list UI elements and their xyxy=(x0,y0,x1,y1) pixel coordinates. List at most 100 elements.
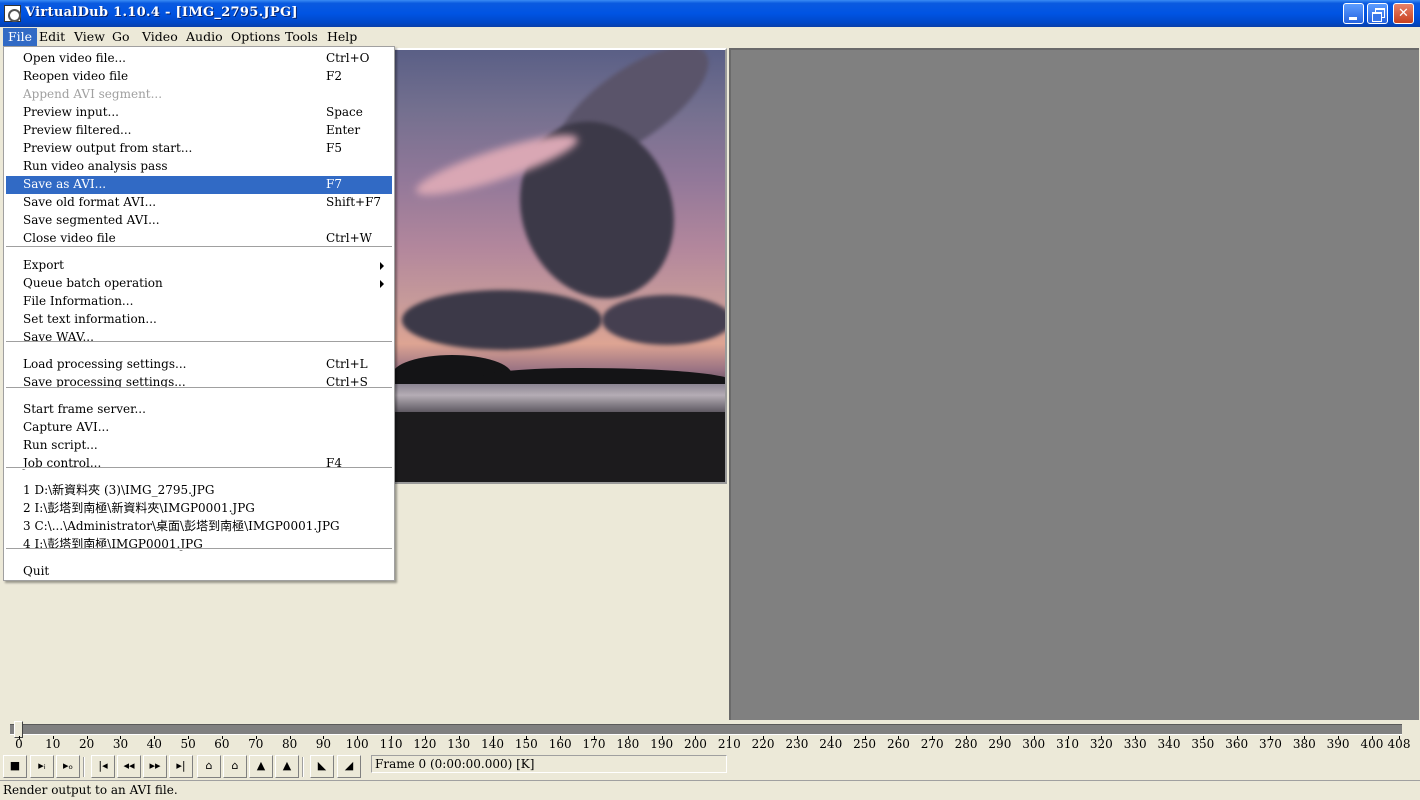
timeline-tick-label: 60 xyxy=(214,737,230,751)
play-input-button[interactable]: ▸ᵢ xyxy=(30,755,54,778)
menu-item-preview-input[interactable]: Preview input... Space xyxy=(6,104,392,122)
timeline-tick-label: 260 xyxy=(886,737,910,751)
menu-item-file-information[interactable]: File Information... xyxy=(6,293,392,311)
input-video-pane[interactable] xyxy=(370,48,727,484)
menu-options[interactable]: Options xyxy=(226,28,285,46)
timeline-tick-label: 180 xyxy=(616,737,640,751)
menu-item-set-text-information[interactable]: Set text information... xyxy=(6,311,392,329)
menu-item-label: Run script... xyxy=(23,438,98,452)
mark-in-icon: ◣ xyxy=(317,759,327,772)
menu-audio[interactable]: Audio xyxy=(181,28,228,46)
restore-button[interactable] xyxy=(1367,3,1388,24)
timeline-tick-label: 170 xyxy=(582,737,606,751)
menu-edit[interactable]: Edit xyxy=(34,28,70,46)
menu-item-save-segmented-avi[interactable]: Save segmented AVI... xyxy=(6,212,392,230)
timeline-tick-label: 350 xyxy=(1191,737,1215,751)
next-scene-button[interactable]: ▲ xyxy=(275,755,299,778)
menu-item-save-wav[interactable]: Save WAV... xyxy=(6,329,392,347)
prev-frame-button[interactable]: ◂◂ xyxy=(117,755,141,778)
next-keyframe-button[interactable]: ⌂ xyxy=(223,755,247,778)
menu-item-shortcut: Ctrl+O xyxy=(326,51,370,65)
menu-help[interactable]: Help xyxy=(322,28,362,46)
menu-item-queue-batch-operation[interactable]: Queue batch operation xyxy=(6,275,392,293)
menu-video[interactable]: Video xyxy=(137,28,183,46)
timeline-tick-label: 140 xyxy=(481,737,504,751)
menu-tools[interactable]: Tools xyxy=(280,28,323,46)
prev-keyframe-button[interactable]: ⌂ xyxy=(197,755,221,778)
frame-position-field: Frame 0 (0:00:00.000) [K] xyxy=(371,755,727,773)
play-output-icon: ▸ₒ xyxy=(62,759,74,772)
menu-item-append-avi-segment[interactable]: Append AVI segment... xyxy=(6,86,392,104)
menu-item-run-video-analysis-pass[interactable]: Run video analysis pass xyxy=(6,158,392,176)
menu-item-label: 4 I:\彭塔到南極\IMGP0001.JPG xyxy=(23,537,203,551)
menu-item-start-frame-server[interactable]: Start frame server... xyxy=(6,401,392,419)
mark-out-icon: ◢ xyxy=(344,759,354,772)
menu-separator xyxy=(6,467,392,469)
menu-item-label: Preview output from start... xyxy=(23,141,193,155)
mark-in-button[interactable]: ◣ xyxy=(310,755,334,778)
minimize-button[interactable] xyxy=(1343,3,1364,24)
next-frame-button[interactable]: ▸▸ xyxy=(143,755,167,778)
menu-item-save-processing-settings[interactable]: Save processing settings... Ctrl+S xyxy=(6,374,392,392)
title-bar: VirtualDub 1.10.4 - [IMG_2795.JPG] ✕ xyxy=(0,0,1420,27)
menu-view[interactable]: View xyxy=(69,28,110,46)
prev-frame-icon: ◂◂ xyxy=(123,759,135,772)
menu-go[interactable]: Go xyxy=(107,28,135,46)
menu-item-label: Quit xyxy=(23,564,50,578)
timeline-tick-label: 370 xyxy=(1259,737,1282,751)
timeline-tick-label: 70 xyxy=(248,737,264,751)
go-end-button[interactable]: ▸| xyxy=(169,755,193,778)
menu-item-save-old-format-avi[interactable]: Save old format AVI... Shift+F7 xyxy=(6,194,392,212)
timeline-tick-label: 30 xyxy=(112,737,129,751)
next-scene-icon: ▲ xyxy=(282,759,292,772)
menu-item-preview-output-from-start[interactable]: Preview output from start... F5 xyxy=(6,140,392,158)
timeline-track[interactable] xyxy=(10,724,1402,735)
menu-item-load-processing-settings[interactable]: Load processing settings... Ctrl+L xyxy=(6,356,392,374)
menu-item-open-video-file[interactable]: Open video file... Ctrl+O xyxy=(6,50,392,68)
menu-item-recent-file-2[interactable]: 2 I:\彭塔到南極\新資料夾\IMGP0001.JPG xyxy=(6,500,392,518)
timeline-tick-label: 240 xyxy=(819,737,843,751)
play-input-icon: ▸ᵢ xyxy=(38,759,46,772)
menu-item-export[interactable]: Export xyxy=(6,257,392,275)
menu-item-shortcut: Shift+F7 xyxy=(326,195,382,209)
menu-item-recent-file-1[interactable]: 1 D:\新資料夾 (3)\IMG_2795.JPG xyxy=(6,482,392,500)
menu-item-label: Preview filtered... xyxy=(23,123,132,137)
menu-item-shortcut: Space xyxy=(326,105,363,119)
menu-item-reopen-video-file[interactable]: Reopen video file F2 xyxy=(6,68,392,86)
menu-separator xyxy=(6,548,392,550)
play-output-button[interactable]: ▸ₒ xyxy=(56,755,80,778)
close-button[interactable]: ✕ xyxy=(1393,3,1414,24)
menu-item-label: Start frame server... xyxy=(23,402,146,416)
menu-item-recent-file-4[interactable]: 4 I:\彭塔到南極\IMGP0001.JPG xyxy=(6,536,392,554)
timeline-tick-label: 50 xyxy=(180,737,196,751)
menu-item-recent-file-3[interactable]: 3 C:\...\Administrator\桌面\彭塔到南極\IMGP0001… xyxy=(6,518,392,536)
menu-item-shortcut: F4 xyxy=(326,456,342,470)
menu-item-label: Export xyxy=(23,258,64,272)
menu-item-shortcut: F2 xyxy=(326,69,342,83)
timeline-tick-label: 280 xyxy=(954,737,978,751)
timeline-tick-label: 360 xyxy=(1225,737,1249,751)
menu-item-quit[interactable]: Quit xyxy=(6,563,392,581)
menu-item-shortcut: Ctrl+W xyxy=(326,231,372,245)
timeline-tick-label: 220 xyxy=(751,737,775,751)
menu-item-capture-avi[interactable]: Capture AVI... xyxy=(6,419,392,437)
menu-item-shortcut: Ctrl+L xyxy=(326,357,368,371)
menu-item-save-as-avi[interactable]: Save as AVI... F7 xyxy=(6,176,392,194)
app-icon[interactable] xyxy=(4,5,21,22)
output-video-pane[interactable] xyxy=(729,48,1419,720)
menu-item-job-control[interactable]: Job control... F4 xyxy=(6,455,392,473)
timeline-tick-label: 270 xyxy=(920,737,944,751)
timeline-tick-label: 310 xyxy=(1056,737,1079,751)
menu-item-run-script[interactable]: Run script... xyxy=(6,437,392,455)
menu-item-label: Set text information... xyxy=(23,312,157,326)
timeline-tick-label: 130 xyxy=(447,737,471,751)
prev-scene-button[interactable]: ▲ xyxy=(249,755,273,778)
mark-out-button[interactable]: ◢ xyxy=(337,755,361,778)
go-start-button[interactable]: |◂ xyxy=(91,755,115,778)
timeline-tick-label: 210 xyxy=(717,737,741,751)
stop-button[interactable]: ■ xyxy=(3,755,27,778)
menu-file[interactable]: File xyxy=(3,28,38,46)
menu-item-preview-filtered[interactable]: Preview filtered... Enter xyxy=(6,122,392,140)
menu-item-label: Run video analysis pass xyxy=(23,159,168,173)
timeline-tick-label: 230 xyxy=(785,737,809,751)
